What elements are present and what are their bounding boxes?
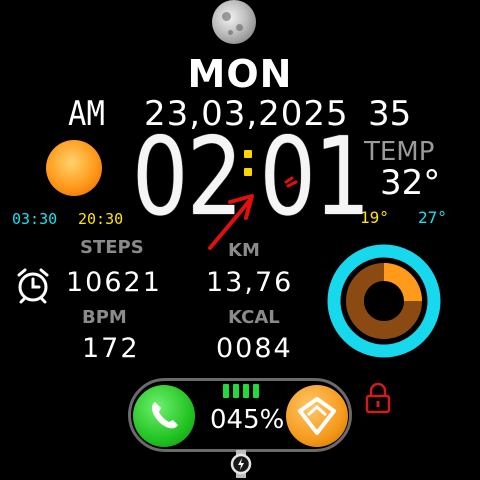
battery-segment <box>243 384 249 398</box>
am-pm-indicator: AM <box>68 94 105 134</box>
battery-percent: 045% <box>210 405 285 435</box>
kcal-value[interactable]: 0084 <box>216 333 293 364</box>
ring-center <box>364 281 404 321</box>
temperature-value: 32° <box>380 163 441 203</box>
moon-phase-icon <box>212 0 256 44</box>
lock-icon[interactable] <box>365 382 391 414</box>
bpm-value[interactable]: 172 <box>82 333 140 364</box>
app-icon <box>298 397 336 435</box>
alarm-icon[interactable] <box>14 266 52 304</box>
sun-icon[interactable] <box>46 140 102 196</box>
weekday: MON <box>187 52 293 96</box>
sunrise-time: 03:30 <box>12 210 58 228</box>
progress-ring[interactable] <box>326 243 442 359</box>
battery-segment <box>233 384 239 398</box>
temperature-max: 27° <box>418 208 447 227</box>
km-value[interactable]: 13,76 <box>206 267 293 298</box>
temperature-min: 19° <box>360 208 389 227</box>
km-label: KM <box>228 240 260 261</box>
bpm-label: BPM <box>82 307 127 328</box>
battery-segment <box>253 384 259 398</box>
phone-icon <box>151 402 178 429</box>
seconds: 35 <box>368 94 412 134</box>
sunset-time: 20:30 <box>78 210 124 228</box>
app-shortcut-button[interactable] <box>286 385 348 447</box>
battery-segment <box>223 384 229 398</box>
kcal-label: KCAL <box>228 307 280 328</box>
steps-label: STEPS <box>80 237 144 258</box>
steps-value[interactable]: 10621 <box>66 267 162 298</box>
colon-dot-top <box>244 150 252 158</box>
phone-button[interactable] <box>133 385 195 447</box>
charge-icon <box>230 450 252 478</box>
